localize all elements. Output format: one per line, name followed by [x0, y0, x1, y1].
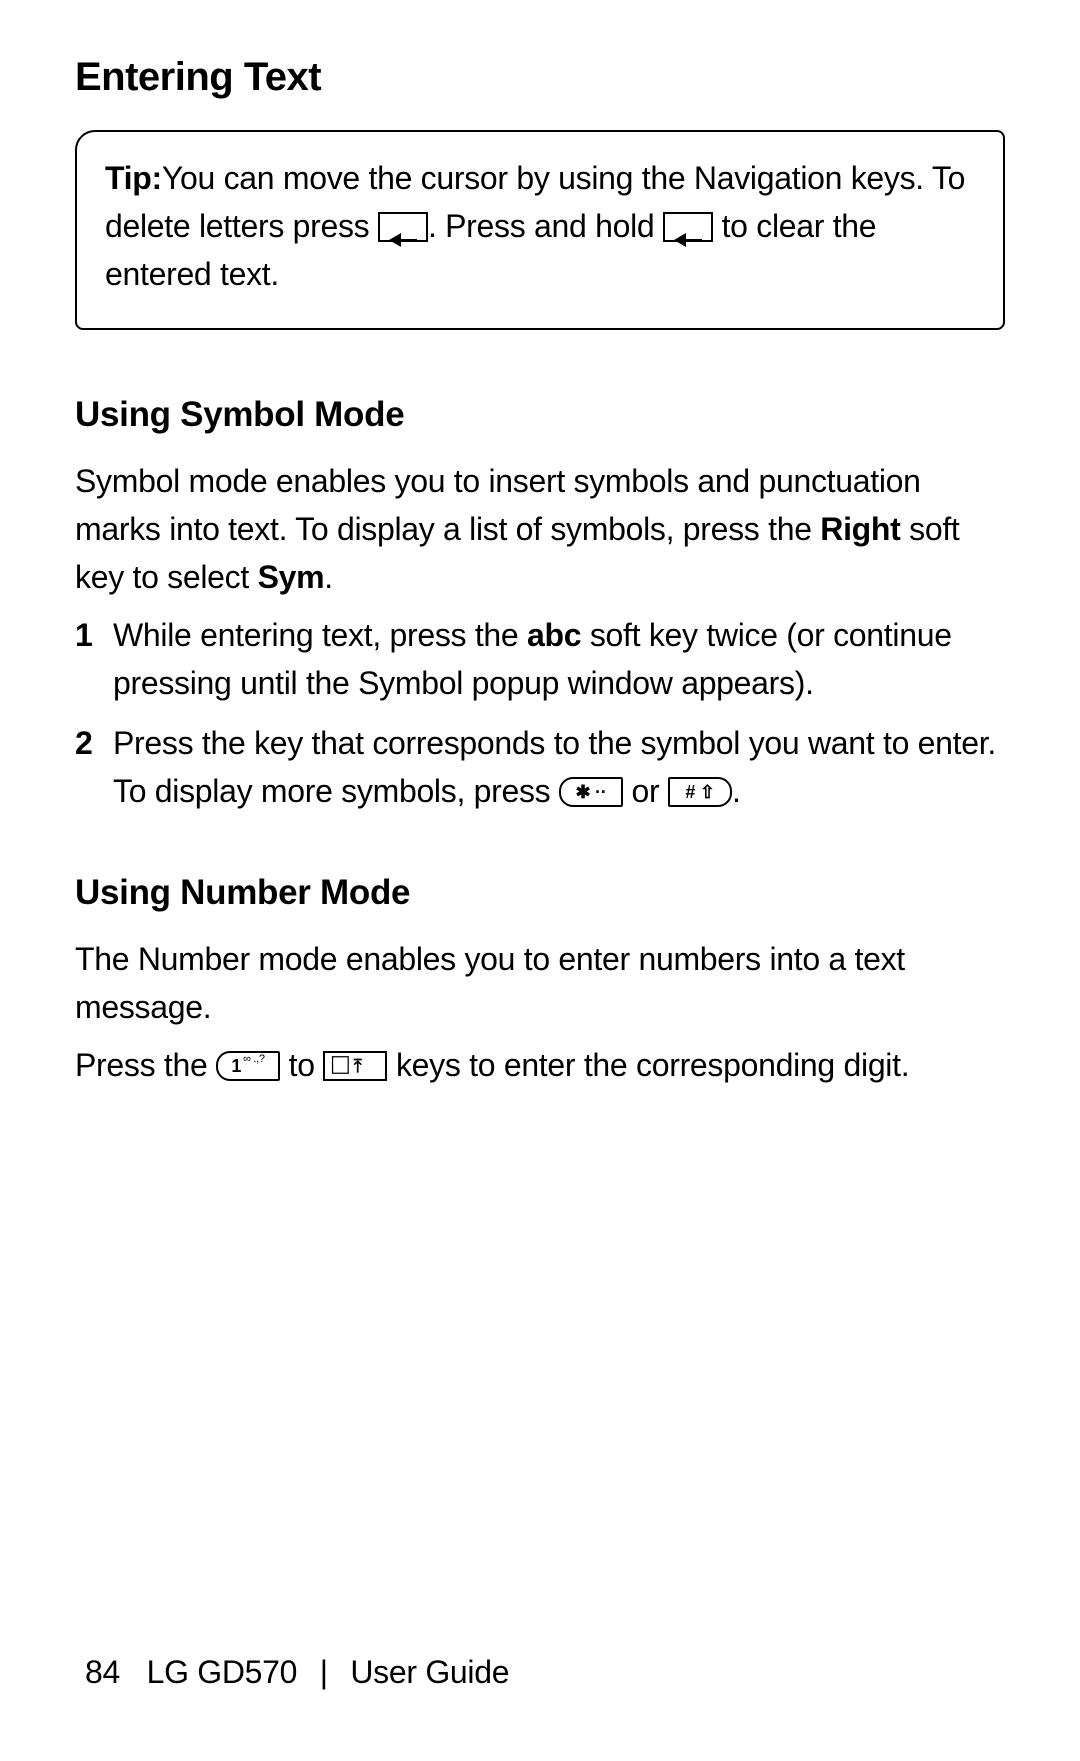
back-arrow-key-icon [663, 212, 713, 242]
one-key-icon: 1∞ .,? [216, 1051, 280, 1081]
symbol-intro-3: . [324, 559, 333, 595]
hash-key-icon: # ⇧ [668, 777, 732, 807]
list-number: 1 [75, 611, 113, 707]
press-to: to [280, 1047, 323, 1083]
list-item-2: 2 Press the key that corresponds to the … [75, 719, 1005, 815]
footer-model: LG GD570 [147, 1654, 298, 1690]
star-key-icon: ✱ ·· [559, 777, 623, 807]
right-softkey-label: Right [820, 511, 900, 547]
list-content: While entering text, press the abc soft … [113, 611, 1005, 707]
number-press: Press the 1∞ .,? to ⃞ ⤒ keys to enter th… [75, 1041, 1005, 1089]
one-key-main: 1 [231, 1056, 241, 1076]
symbol-intro-1: Symbol mode enables you to insert symbol… [75, 463, 921, 547]
step1-text-1: While entering text, press the [113, 617, 527, 653]
list-content: Press the key that corresponds to the sy… [113, 719, 1005, 815]
footer-guide: User Guide [350, 1654, 509, 1690]
sym-label: Sym [258, 559, 325, 595]
abc-softkey-label: abc [527, 617, 581, 653]
press-text-1: Press the [75, 1047, 216, 1083]
number-intro: The Number mode enables you to enter num… [75, 935, 1005, 1031]
list-item-1: 1 While entering text, press the abc sof… [75, 611, 1005, 707]
zero-key-icon: ⃞ ⤒ [323, 1051, 387, 1081]
step2-or: or [623, 773, 668, 809]
press-text-2: keys to enter the corresponding digit. [387, 1047, 909, 1083]
section-heading-number: Using Number Mode [75, 873, 1005, 913]
tip-label: Tip: [105, 160, 162, 196]
page-footer: 84 LG GD570 | User Guide [85, 1654, 509, 1691]
footer-divider: | [320, 1654, 328, 1690]
symbol-intro: Symbol mode enables you to insert symbol… [75, 457, 1005, 601]
step2-text-1: Press the key that corresponds to the sy… [113, 725, 996, 809]
list-number: 2 [75, 719, 113, 815]
page-number: 84 [85, 1654, 120, 1690]
page-title: Entering Text [75, 55, 1005, 100]
tip-box: Tip:You can move the cursor by using the… [75, 130, 1005, 330]
one-key-sub: ∞ .,? [243, 1054, 265, 1064]
section-heading-symbol: Using Symbol Mode [75, 395, 1005, 435]
tip-text-2: . Press and hold [428, 208, 663, 244]
back-arrow-key-icon [378, 212, 428, 242]
step2-end: . [732, 773, 741, 809]
